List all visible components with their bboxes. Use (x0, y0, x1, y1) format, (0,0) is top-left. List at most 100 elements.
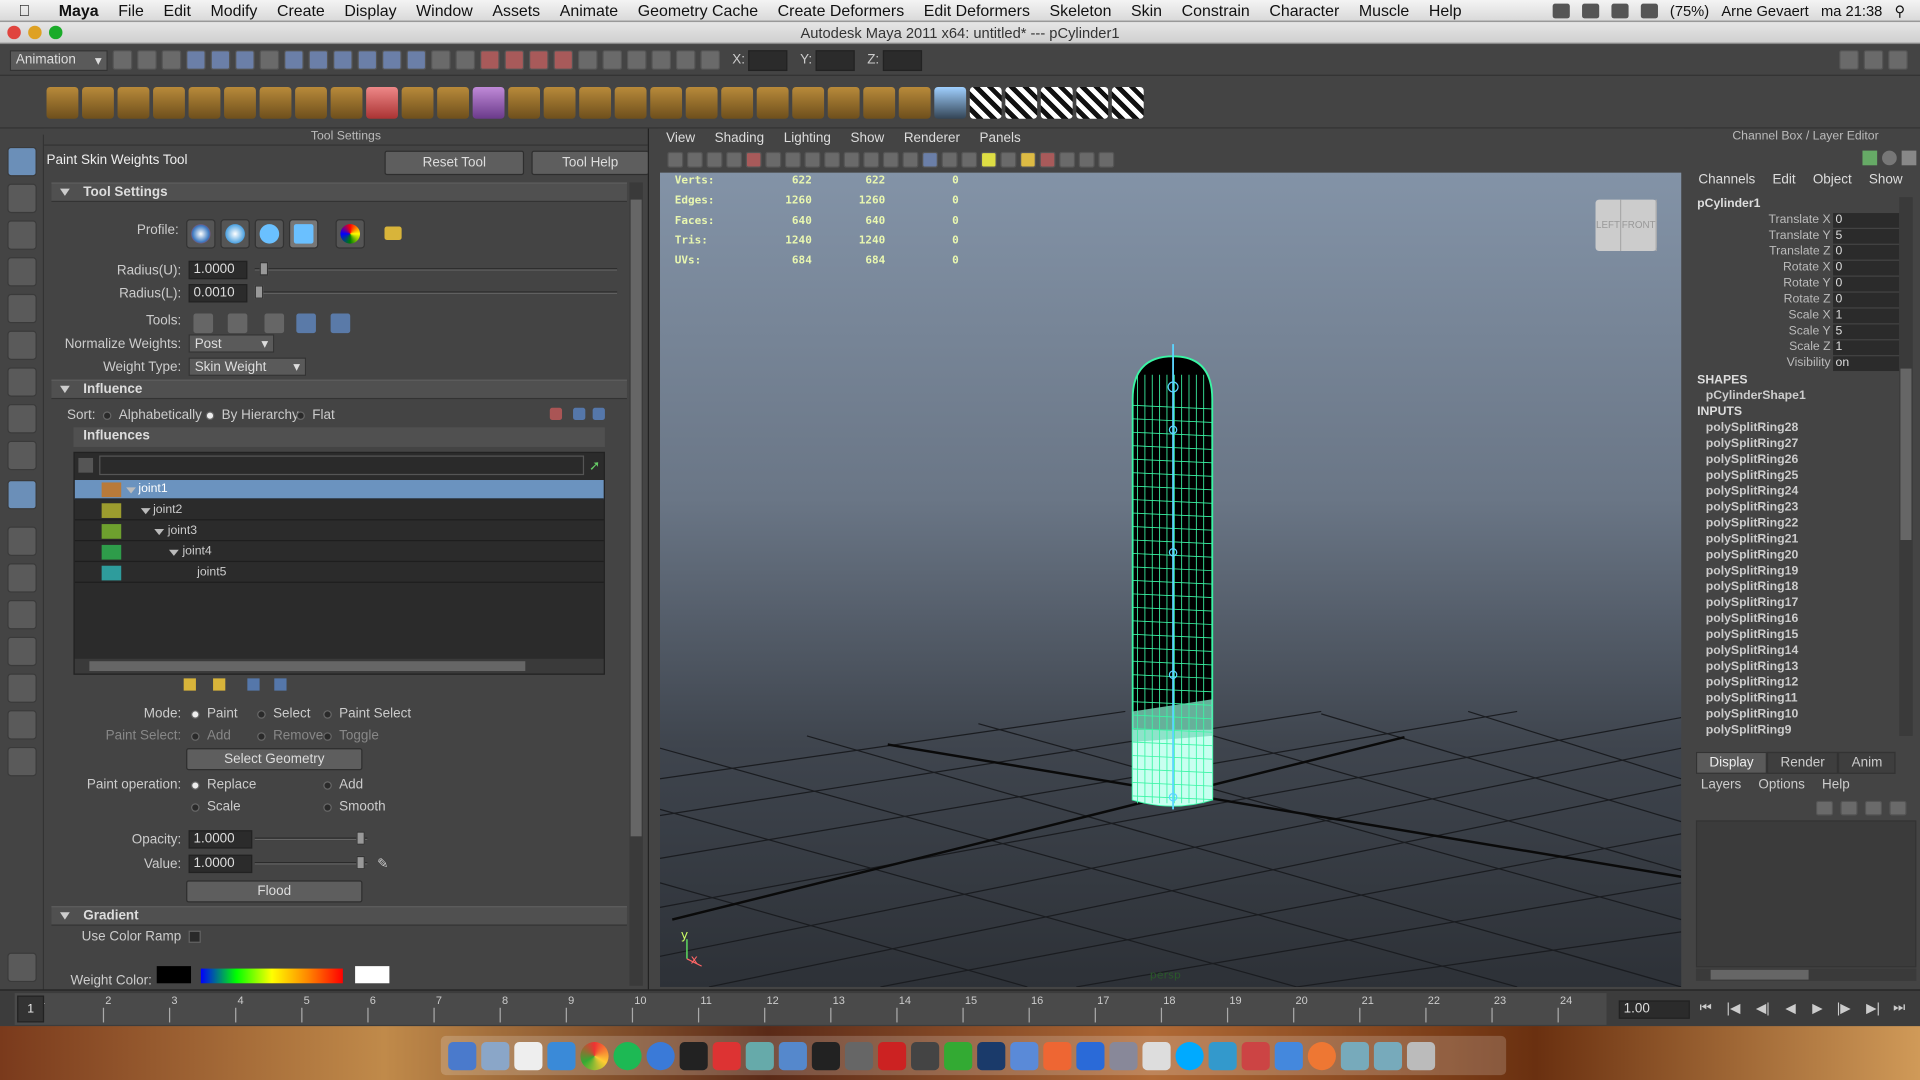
select-geometry-button[interactable]: Select Geometry (186, 748, 363, 771)
input-node[interactable]: polySplitRing28 (1706, 421, 1799, 434)
mode-paint-radio[interactable]: Paint (191, 707, 238, 721)
folder-icon[interactable] (384, 226, 402, 241)
extrude-icon[interactable] (508, 86, 541, 119)
influence-filter-input[interactable] (99, 455, 585, 476)
hypershade-icon[interactable] (675, 50, 696, 70)
paint-select-toggle-radio[interactable]: Toggle (323, 729, 379, 743)
input-node[interactable]: polySplitRing17 (1706, 596, 1799, 609)
menu-muscle[interactable]: Muscle (1349, 1, 1419, 19)
tool-settings-icon[interactable] (1863, 50, 1884, 70)
attr-rotate-y[interactable]: Rotate Y0 (1697, 276, 1900, 293)
section-gradient[interactable]: Gradient (51, 906, 627, 926)
menu-edit-deformers[interactable]: Edit Deformers (914, 1, 1040, 19)
poly-cone-icon[interactable] (153, 86, 185, 119)
open-scene-icon[interactable] (137, 50, 157, 70)
weight-color-ramp[interactable] (200, 968, 343, 984)
isolate-select-icon[interactable] (1039, 151, 1056, 168)
radius-u-field[interactable]: 1.0000 (188, 260, 248, 280)
filter-pin-icon[interactable]: ➚ (589, 458, 601, 474)
dreamweaver-icon[interactable] (944, 1041, 973, 1070)
poly-pyramid-icon[interactable] (259, 86, 292, 119)
filter-list-icon[interactable] (274, 678, 287, 691)
paint-select-remove-radio[interactable]: Remove (257, 729, 323, 743)
attr-scale-y[interactable]: Scale Y5 (1697, 324, 1900, 340)
coord-z-field[interactable] (882, 49, 923, 71)
flash-builder-icon[interactable] (911, 1041, 940, 1070)
profile-gaussian[interactable] (186, 219, 216, 249)
go-to-start-icon[interactable]: ⏮ (1700, 1000, 1712, 1016)
mel-script-icon[interactable] (7, 952, 37, 983)
sort-alphabetically-radio[interactable]: Alphabetically (102, 408, 202, 422)
profile-solid[interactable] (254, 219, 285, 249)
input-node[interactable]: polySplitRing24 (1706, 485, 1799, 498)
construction-history-icon[interactable] (480, 50, 500, 70)
persp-graph-layout-icon[interactable] (7, 636, 37, 667)
paste-weights-icon[interactable] (227, 313, 248, 334)
radius-l-slider-handle[interactable] (254, 285, 264, 299)
attr-translate-x[interactable]: Translate X0 (1697, 213, 1900, 229)
attr-translate-z[interactable]: Translate Z0 (1697, 244, 1900, 261)
filter-options-icon[interactable] (78, 457, 94, 473)
cylindrical-mapping-icon[interactable] (1005, 86, 1038, 119)
input-node[interactable]: polySplitRing25 (1706, 469, 1799, 482)
paint-select-tool-icon[interactable] (7, 220, 37, 250)
select-camera-icon[interactable] (667, 151, 684, 168)
xray-icon[interactable] (1059, 151, 1076, 168)
layer-hscrollbar[interactable] (1695, 968, 1917, 981)
object-name[interactable]: pCylinder1 (1697, 197, 1760, 210)
render-settings-icon[interactable] (626, 50, 647, 70)
move-tool-icon[interactable] (7, 257, 37, 287)
coord-y-field[interactable] (815, 49, 855, 71)
poly-cube-icon[interactable] (82, 86, 114, 119)
wireframe-icon[interactable] (902, 151, 919, 168)
menu-create-deformers[interactable]: Create Deformers (768, 1, 914, 19)
opacity-field[interactable]: 1.0000 (188, 830, 253, 849)
joint3-color-swatch[interactable] (101, 524, 122, 539)
unity-icon[interactable] (811, 1041, 841, 1070)
resolution-gate-icon[interactable] (804, 151, 821, 168)
panel-menu-view[interactable]: View (666, 129, 695, 150)
append-polygon-icon[interactable] (579, 86, 612, 119)
collapse-icon[interactable] (863, 86, 896, 119)
output-ops-icon[interactable] (528, 50, 549, 70)
use-all-lights-icon[interactable] (980, 151, 997, 168)
soft-modification-icon[interactable] (7, 404, 37, 434)
layer-hscroll-thumb[interactable] (1710, 969, 1809, 980)
downloads-folder-icon[interactable] (1373, 1041, 1403, 1070)
spotlight-icon[interactable]: ⚲ (1895, 2, 1906, 19)
value-slider[interactable] (254, 855, 368, 870)
menu-edit[interactable]: Edit (154, 1, 201, 19)
time-ruler[interactable]: 123456789101112131415161718192021222324 (14, 993, 1607, 1025)
menu-geometry-cache[interactable]: Geometry Cache (628, 1, 768, 19)
menu-set-dropdown[interactable]: Animation ▾ (9, 49, 108, 71)
shape-node[interactable]: pCylinderShape1 (1706, 389, 1806, 402)
step-back-key-icon[interactable]: ◀| (1756, 1000, 1770, 1017)
safari-icon[interactable] (547, 1041, 576, 1070)
menu-display[interactable]: Display (335, 1, 407, 19)
expand-triangle-icon[interactable] (154, 528, 165, 536)
show-manipulator-icon[interactable] (7, 440, 37, 471)
expand-triangle-icon[interactable] (168, 549, 179, 556)
panel-menu-renderer[interactable]: Renderer (904, 129, 960, 150)
menu-constrain[interactable]: Constrain (1172, 1, 1260, 19)
shadows-icon[interactable] (1000, 151, 1017, 168)
op-smooth-radio[interactable]: Smooth (323, 800, 386, 814)
xcode-icon[interactable] (778, 1041, 807, 1070)
layout-options-icon[interactable] (7, 746, 37, 777)
history-icon[interactable] (406, 50, 427, 70)
input-node[interactable]: polySplitRing9 (1706, 724, 1792, 737)
playback-speed-field[interactable]: 1.00 (1618, 1000, 1690, 1019)
snap-curve-icon[interactable] (308, 50, 329, 70)
universal-manipulator-icon[interactable] (7, 367, 37, 397)
menu-skin[interactable]: Skin (1121, 1, 1172, 19)
influence-row-joint2[interactable]: joint2 (74, 501, 604, 521)
poly-pipe-icon[interactable] (295, 86, 327, 119)
channel-box-scrollbar[interactable] (1899, 197, 1913, 736)
user-name[interactable]: Arne Gevaert (1721, 2, 1808, 19)
select-hierarchy-icon[interactable] (186, 50, 206, 70)
lock-icon[interactable] (455, 50, 476, 70)
select-tool-icon[interactable] (7, 146, 37, 177)
volume-icon[interactable] (1640, 3, 1658, 18)
panel-menu-shading[interactable]: Shading (715, 129, 764, 150)
help-icon[interactable] (431, 50, 451, 70)
